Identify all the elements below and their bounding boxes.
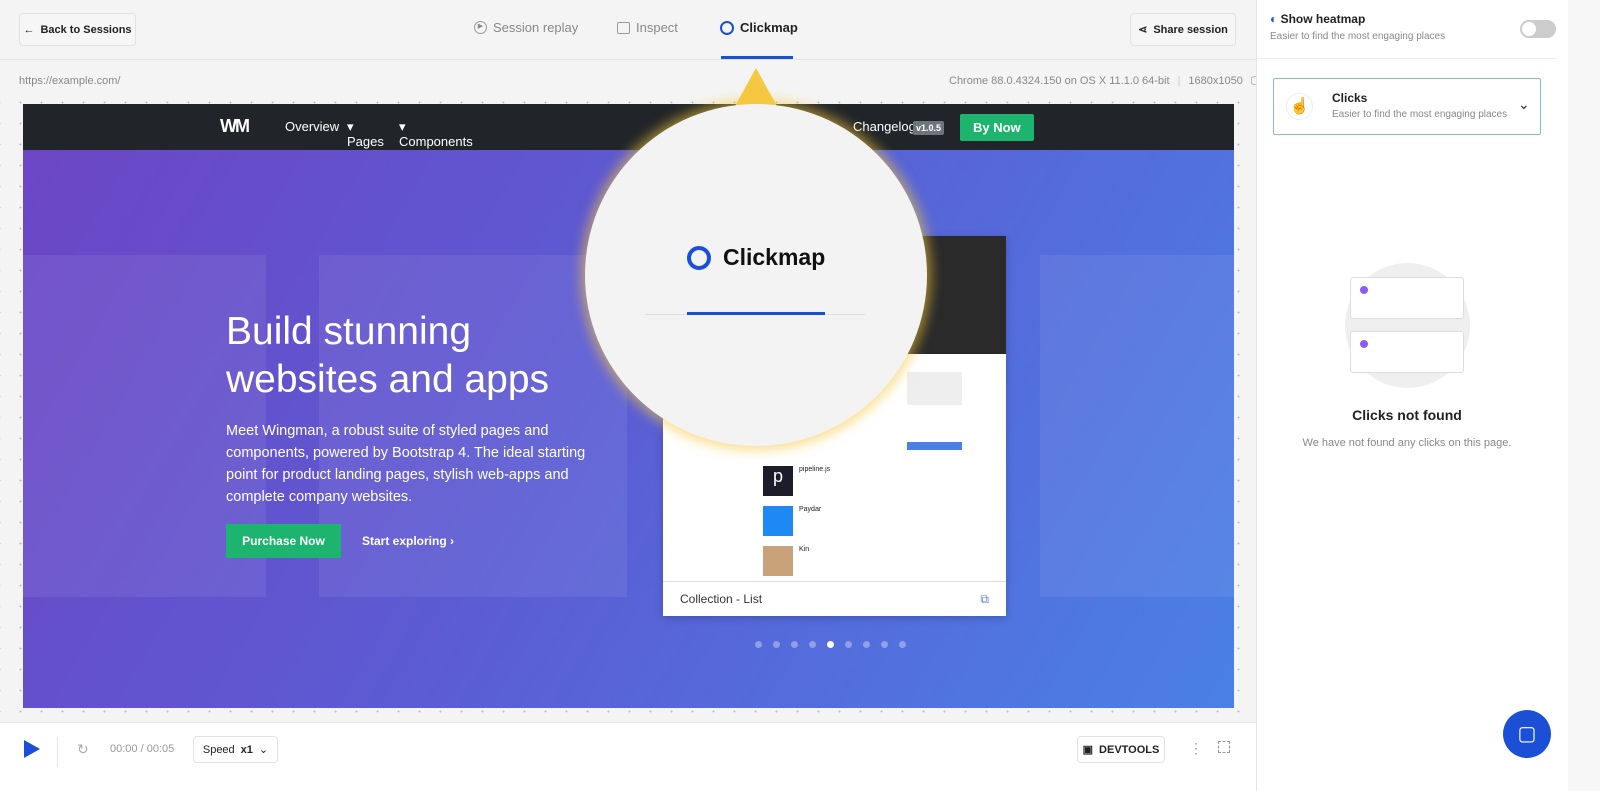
empty-illustration: [1345, 263, 1470, 388]
resolution: 1680x1050: [1188, 75, 1243, 87]
buy-now-button[interactable]: By Now: [960, 114, 1034, 141]
play-circle-icon: ▶: [474, 21, 487, 34]
hero-headline: Build stunning websites and apps: [226, 310, 550, 401]
scrollbar[interactable]: [1568, 0, 1600, 791]
metric-select[interactable]: ☝ Clicks Easier to find the most engagin…: [1273, 78, 1541, 135]
clickmap-icon: [720, 20, 734, 35]
carousel-dot[interactable]: [809, 641, 816, 648]
tab-clickmap[interactable]: Clickmap: [720, 20, 798, 35]
fullscreen-icon[interactable]: [1218, 741, 1230, 753]
wingman-logo: WM: [220, 116, 250, 136]
browser-version: Chrome 88.0.4324.150 on OS X 11.1.0 64-b…: [949, 75, 1170, 87]
heatmap-toggle[interactable]: [1520, 20, 1556, 38]
session-url: https://example.com/: [19, 75, 121, 87]
clickmap-panel: ◐ Show heatmap Easier to find the most e…: [1256, 0, 1568, 791]
ghost-card: [1040, 255, 1234, 597]
carousel-dot[interactable]: [773, 641, 780, 648]
start-exploring-link[interactable]: Start exploring ›: [362, 534, 454, 548]
chevron-down-icon: ⌄: [258, 744, 269, 756]
list-items: p pipeline.js Paydar Kin: [763, 466, 901, 582]
back-to-sessions-button[interactable]: ← Back to Sessions: [19, 13, 136, 46]
version-badge: v1.0.5: [913, 121, 945, 135]
purchase-now-button[interactable]: Purchase Now: [226, 524, 341, 558]
terminal-icon: ▣: [1082, 744, 1094, 756]
nav-pages[interactable]: Pages ▾: [347, 119, 384, 149]
empty-title: Clicks not found: [1352, 407, 1462, 423]
heatmap-title: ◐ Show heatmap: [1270, 12, 1366, 26]
share-session-button[interactable]: ⋖ Share session: [1130, 13, 1236, 46]
carousel-dot[interactable]: [845, 641, 852, 648]
nav-changelog[interactable]: Changelog: [853, 119, 916, 134]
magnifier-pointer: [735, 68, 777, 106]
play-button[interactable]: [24, 740, 40, 758]
empty-subtitle: We have not found any clicks on this pag…: [1302, 437, 1512, 449]
replay-icon[interactable]: ↻: [77, 741, 89, 758]
magnifier: Clickmap: [585, 104, 927, 446]
hero-lead: Meet Wingman, a robust suite of styled p…: [226, 423, 586, 505]
arrow-left-icon: ←: [23, 23, 35, 36]
subscribe-button: [907, 442, 962, 450]
flame-icon: ◐: [1270, 12, 1278, 26]
carousel-dots: [755, 641, 906, 648]
chat-icon: ▢: [1517, 723, 1537, 745]
carousel-dot[interactable]: [899, 641, 906, 648]
more-icon[interactable]: ⋮: [1189, 740, 1203, 757]
divider: [0, 59, 1256, 60]
carousel-dot[interactable]: [755, 641, 762, 648]
sidebar-widget: [907, 372, 962, 405]
open-external-icon[interactable]: ⧉: [980, 592, 989, 607]
devtools-button[interactable]: ▣ DEVTOOLS: [1077, 736, 1165, 763]
carousel-dot[interactable]: [827, 641, 834, 648]
site-navbar: WM Overview Pages ▾ Components ▾ Changel…: [23, 104, 1234, 150]
magnified-tab-indicator: [687, 312, 825, 315]
inspect-icon: [617, 21, 630, 34]
chat-launcher-button[interactable]: ▢: [1503, 710, 1551, 758]
chevron-down-icon: ⌄: [1518, 96, 1530, 112]
pointer-click-icon: ☝: [1286, 93, 1313, 120]
tab-inspect[interactable]: Inspect: [617, 20, 678, 35]
share-icon: ⋖: [1138, 24, 1148, 36]
carousel-dot[interactable]: [863, 641, 870, 648]
carousel-dot[interactable]: [791, 641, 798, 648]
tab-session-replay[interactable]: ▶ Session replay: [474, 20, 578, 35]
carousel-dot[interactable]: [881, 641, 888, 648]
time-display: 00:00 / 00:05: [110, 743, 175, 755]
clickmap-icon: [687, 245, 711, 270]
player-bar: ↻ 00:00 / 00:05 Speed x1 ⌄ ▣ DEVTOOLS ⋮: [0, 722, 1256, 791]
card-caption: Collection - List: [680, 592, 763, 606]
speed-select[interactable]: Speed x1 ⌄: [193, 736, 278, 763]
heatmap-subtitle: Easier to find the most engaging places: [1270, 31, 1446, 42]
nav-overview[interactable]: Overview: [285, 119, 339, 134]
nav-components[interactable]: Components ▾: [399, 119, 473, 149]
browser-info: Chrome 88.0.4324.150 on OS X 11.1.0 64-b…: [949, 75, 1261, 88]
